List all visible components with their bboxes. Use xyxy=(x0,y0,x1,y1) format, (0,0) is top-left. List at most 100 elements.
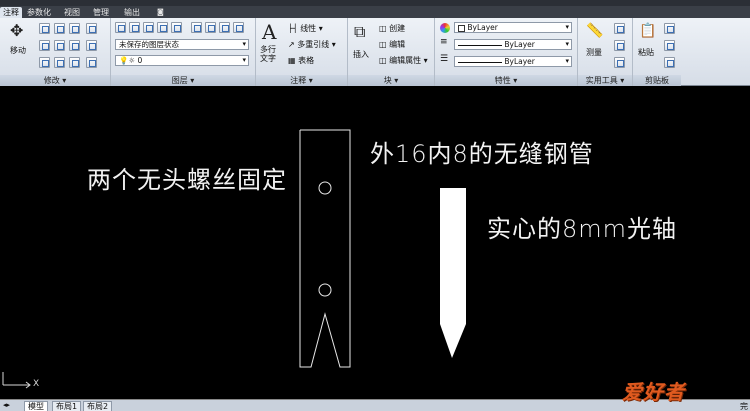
trim-icon[interactable] xyxy=(54,23,65,34)
match-properties-icon[interactable] xyxy=(664,57,675,68)
panel-modify-label[interactable]: 修改 ▾ xyxy=(0,75,110,86)
fillet-icon[interactable] xyxy=(69,40,80,51)
multileader-button[interactable]: ↗ 多重引线 ▾ xyxy=(288,39,336,50)
tab-output[interactable]: 输出 xyxy=(121,7,143,18)
layer-isolate-icon[interactable] xyxy=(143,22,154,33)
layer-state-dropdown[interactable]: 未保存的图层状态 xyxy=(115,39,249,50)
table-label: 表格 xyxy=(298,56,315,65)
current-layer-name: 0 xyxy=(137,56,143,65)
linear-label: 线性 xyxy=(300,24,317,33)
layer-lock-icon[interactable] xyxy=(171,22,182,33)
stretch-icon[interactable] xyxy=(39,57,50,68)
tab-layout1[interactable]: 布局1 xyxy=(52,401,82,411)
panel-layers: 未保存的图层状态 💡☼ 0 图层 ▾ xyxy=(111,18,256,86)
create-label: 创建 xyxy=(389,24,406,33)
measure-icon[interactable]: 📏 xyxy=(586,23,603,39)
tab-layout2[interactable]: 布局2 xyxy=(83,401,113,411)
panel-properties: ByLayer ≡ ByLayer ☰ ByLayer 特性 ▾ xyxy=(435,18,578,86)
annotation-pipe[interactable]: 外16内8的无缝钢管 xyxy=(370,134,594,169)
steel-pipe-outline xyxy=(299,129,351,368)
erase-icon[interactable] xyxy=(69,23,80,34)
panel-annotation: A 多行 文字 ├┤ 线性 ▾ ↗ 多重引线 ▾ ▦ 表格 注释 ▾ xyxy=(256,18,348,86)
panel-modify: ✥ 移动 修改 ▾ xyxy=(0,18,111,86)
color-swatch xyxy=(458,24,465,32)
panel-utilities: 📏 测量 实用工具 ▾ xyxy=(578,18,633,86)
status-text: 完 xyxy=(740,402,748,411)
layer-walk-icon[interactable] xyxy=(219,22,230,33)
tab-parametric[interactable]: 参数化 xyxy=(24,7,54,18)
table-button[interactable]: ▦ 表格 xyxy=(288,55,314,66)
layer-off-icon[interactable] xyxy=(129,22,140,33)
lineweight-dropdown[interactable]: ByLayer xyxy=(454,56,572,67)
linetype-value: ByLayer xyxy=(504,40,535,49)
move-button-label[interactable]: 移动 xyxy=(10,45,26,56)
multiline-text-button-label[interactable]: 多行 文字 xyxy=(260,45,276,63)
rotate-icon[interactable] xyxy=(39,23,50,34)
offset-icon[interactable] xyxy=(86,40,97,51)
tab-model[interactable]: 模型 xyxy=(24,401,48,411)
quick-calc-icon[interactable] xyxy=(614,23,625,34)
panel-clipboard-label[interactable]: 剪贴板 xyxy=(633,75,681,86)
layer-freeze-icon[interactable] xyxy=(157,22,168,33)
lightbulb-icon: 💡☼ xyxy=(119,56,136,65)
edit-attributes-button[interactable]: ◫ 编辑属性 ▾ xyxy=(379,55,428,66)
select-all-icon[interactable] xyxy=(614,57,625,68)
tab-manage[interactable]: 管理 xyxy=(90,7,112,18)
annotation-screws[interactable]: 两个无头螺丝固定 xyxy=(87,160,287,195)
color-value: ByLayer xyxy=(467,23,498,32)
panel-block-label[interactable]: 块 ▾ xyxy=(348,75,434,86)
screw-hole-top xyxy=(318,181,332,195)
panel-layers-label[interactable]: 图层 ▾ xyxy=(111,75,255,86)
drawing-canvas[interactable]: 两个无头螺丝固定 外16内8的无缝钢管 实心的8mm光轴 X xyxy=(0,87,750,399)
create-block-button[interactable]: ◫ 创建 xyxy=(379,23,405,34)
linetype-sample xyxy=(458,44,502,46)
edit-attr-label: 编辑属性 xyxy=(389,56,422,65)
copy-icon[interactable] xyxy=(39,40,50,51)
linear-dimension-button[interactable]: ├┤ 线性 ▾ xyxy=(288,23,323,34)
lineweight-icon: ☰ xyxy=(440,54,449,64)
insert-button-label[interactable]: 插入 xyxy=(353,49,369,60)
edit-block-button[interactable]: ◫ 编辑 xyxy=(379,39,405,50)
array-icon[interactable] xyxy=(69,57,80,68)
scale-icon[interactable] xyxy=(54,57,65,68)
explode-icon[interactable] xyxy=(86,23,97,34)
screw-hole-bottom xyxy=(318,283,332,297)
copy-clip-icon[interactable] xyxy=(664,40,675,51)
ribbon-tab-bar: 注释 参数化 视图 管理 输出 ◙ xyxy=(0,6,750,18)
layer-previous-icon[interactable] xyxy=(205,22,216,33)
solid-shaft xyxy=(440,188,466,358)
cut-icon[interactable] xyxy=(664,23,675,34)
ucs-x-label: X xyxy=(33,379,40,389)
edit-label: 编辑 xyxy=(389,40,406,49)
text-icon[interactable]: A xyxy=(262,20,276,44)
layer-merge-icon[interactable] xyxy=(233,22,244,33)
mirror-icon[interactable] xyxy=(54,40,65,51)
paste-button-label[interactable]: 粘贴 xyxy=(638,47,654,58)
measure-button-label[interactable]: 测量 xyxy=(586,47,602,58)
multileader-label: 多重引线 xyxy=(297,40,330,49)
tab-view[interactable]: 视图 xyxy=(61,7,83,18)
color-dropdown[interactable]: ByLayer xyxy=(454,22,572,33)
linetype-dropdown[interactable]: ByLayer xyxy=(454,39,572,50)
ribbon-minimize-icon[interactable]: ◙ xyxy=(154,7,167,18)
panel-clipboard: 📋 粘贴 剪贴板 xyxy=(633,18,681,86)
insert-block-icon[interactable]: ⧉ xyxy=(354,22,365,42)
panel-utilities-label[interactable]: 实用工具 ▾ xyxy=(578,75,632,86)
layout-nav-icon[interactable]: ◂▸ xyxy=(3,401,10,409)
watermark-logo: 爱好者 xyxy=(622,380,685,404)
panel-annotation-label[interactable]: 注释 ▾ xyxy=(256,75,347,86)
move-icon[interactable]: ✥ xyxy=(10,21,23,40)
id-point-icon[interactable] xyxy=(614,40,625,51)
color-wheel-icon[interactable] xyxy=(440,23,450,33)
current-layer-dropdown[interactable]: 💡☼ 0 xyxy=(115,55,249,66)
layer-properties-icon[interactable] xyxy=(115,22,126,33)
lineweight-value: ByLayer xyxy=(504,57,535,66)
tab-annotate[interactable]: 注释 xyxy=(0,7,22,18)
panel-properties-label[interactable]: 特性 ▾ xyxy=(435,75,577,86)
paste-icon[interactable]: 📋 xyxy=(639,23,656,39)
layer-match-icon[interactable] xyxy=(191,22,202,33)
break-icon[interactable] xyxy=(86,57,97,68)
panel-block: ⧉ 插入 ◫ 创建 ◫ 编辑 ◫ 编辑属性 ▾ 块 ▾ xyxy=(348,18,435,86)
annotation-shaft[interactable]: 实心的8mm光轴 xyxy=(487,209,677,244)
ribbon: ✥ 移动 修改 ▾ 未保存的图层状态 💡☼ 0 图层 ▾ A xyxy=(0,18,750,86)
